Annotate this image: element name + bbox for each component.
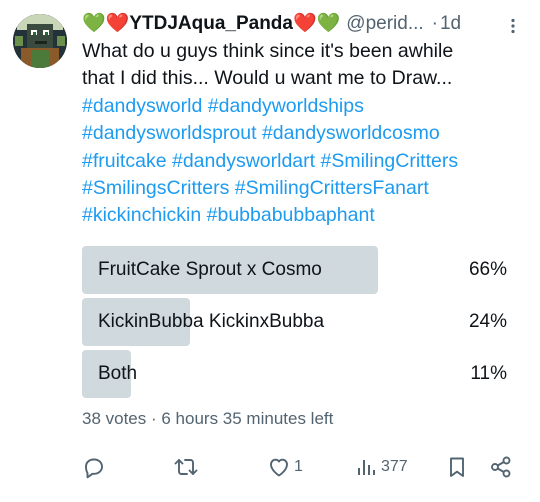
action-bar: 1 377 xyxy=(0,450,540,484)
poll-option-percent: 66% xyxy=(468,259,507,280)
like-button[interactable]: 1 xyxy=(267,454,303,480)
hashtag-link[interactable]: #SmilingCrittersFanart xyxy=(235,177,429,199)
tweet-text-line: What do u guys think since it's been awh… xyxy=(82,40,454,62)
hashtag-link[interactable]: #dandysworldart xyxy=(172,150,315,172)
tweet-text: What do u guys think since it's been awh… xyxy=(82,38,532,230)
hashtag-link[interactable]: #bubbabubbaphant xyxy=(207,204,375,226)
hashtag-link[interactable]: #fruitcake xyxy=(82,150,167,172)
like-count: 1 xyxy=(294,458,303,475)
hashtag-link[interactable]: #dandysworldcosmo xyxy=(262,122,440,144)
avatar[interactable] xyxy=(13,14,67,68)
poll-option-label: KickinBubba KickinxBubba xyxy=(98,311,325,332)
retweet-icon xyxy=(174,459,198,475)
poll-option[interactable]: FruitCake Sprout x Cosmo 66% xyxy=(82,246,522,294)
hashtag-link[interactable]: #SmilingsCritters xyxy=(82,177,229,199)
hashtag-link[interactable]: #dandysworld xyxy=(82,95,202,117)
poll-option-percent: 11% xyxy=(470,363,507,384)
hashtag-link[interactable]: #kickinchickin xyxy=(82,204,201,226)
tweet-header: 💚❤️YTDJAqua_Panda❤️💚 @perid... · 1d xyxy=(82,10,526,38)
bookmark-button[interactable] xyxy=(447,454,467,480)
views-button[interactable]: 377 xyxy=(356,454,408,480)
poll-option-label: FruitCake Sprout x Cosmo xyxy=(98,259,322,280)
share-icon xyxy=(491,456,511,478)
hashtag-link[interactable]: #dandyworldships xyxy=(208,95,364,117)
more-options-icon[interactable] xyxy=(504,16,522,34)
poll-option-label: Both xyxy=(98,363,138,384)
bookmark-icon xyxy=(450,457,464,477)
poll-option-percent: 24% xyxy=(468,311,507,332)
poll-meta: 38 votes · 6 hours 35 minutes left xyxy=(82,409,334,428)
retweet-button[interactable] xyxy=(173,454,199,480)
views-count: 377 xyxy=(381,458,408,475)
views-chart-icon xyxy=(358,460,375,475)
user-handle[interactable]: @perid... xyxy=(346,10,423,38)
separator-dot: · xyxy=(431,13,438,34)
hashtag-link[interactable]: #dandysworldsprout xyxy=(82,122,257,144)
share-button[interactable] xyxy=(489,454,513,480)
poll-option[interactable]: KickinBubba KickinxBubba 24% xyxy=(82,298,522,346)
heart-icon xyxy=(270,458,288,477)
tweet-card[interactable]: 💚❤️YTDJAqua_Panda❤️💚 @perid... · 1d What… xyxy=(0,0,540,502)
reply-button[interactable] xyxy=(82,454,106,480)
timestamp[interactable]: 1d xyxy=(440,10,461,38)
tweet-text-line: that I did this... Would u want me to Dr… xyxy=(82,67,453,90)
poll-option[interactable]: Both 11% xyxy=(82,350,522,398)
hashtag-link[interactable]: #SmilingCritters xyxy=(320,150,458,172)
display-name[interactable]: 💚❤️YTDJAqua_Panda❤️💚 xyxy=(82,10,340,38)
reply-icon xyxy=(85,458,103,479)
